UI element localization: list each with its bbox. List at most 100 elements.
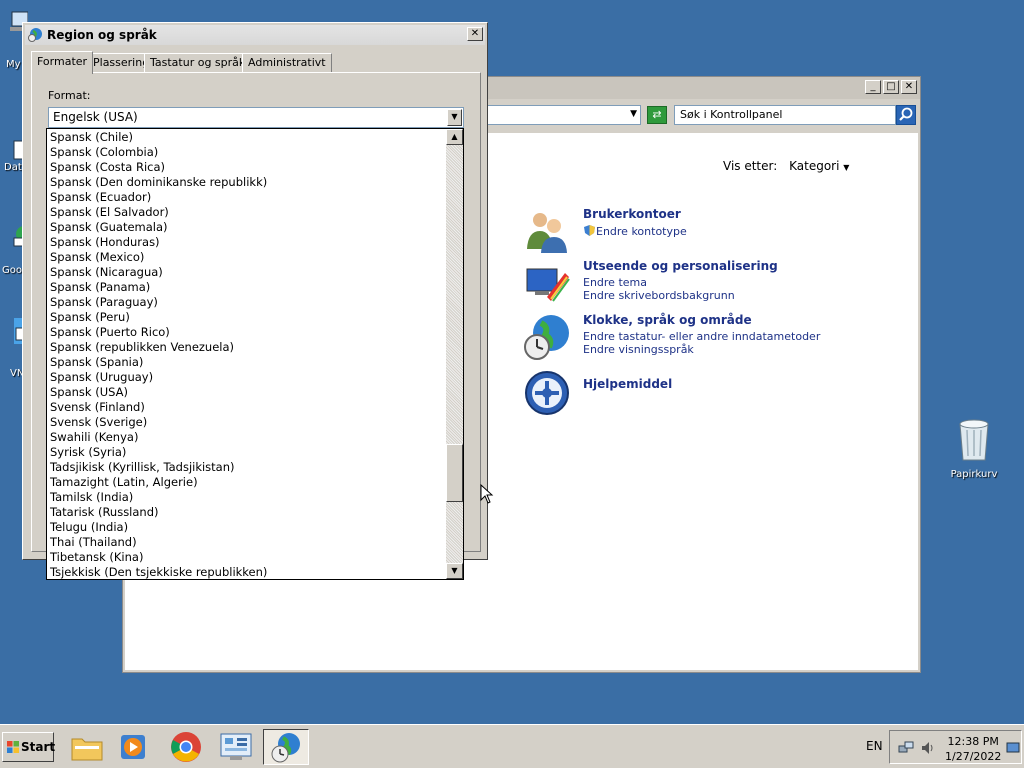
format-option[interactable]: Spansk (Paraguay) xyxy=(47,295,445,310)
desktop-label-dat: Dat xyxy=(4,162,22,173)
recycle-bin[interactable]: Papirkurv xyxy=(946,416,1002,480)
format-option[interactable]: Spansk (El Salvador) xyxy=(47,205,445,220)
format-option[interactable]: Spansk (Spania) xyxy=(47,355,445,370)
format-option[interactable]: Spansk (Panama) xyxy=(47,280,445,295)
format-option[interactable]: Spansk (Chile) xyxy=(47,130,445,145)
format-select[interactable]: Engelsk (USA) ▼ xyxy=(48,107,464,128)
view-by: Vis etter: Kategori ▼ xyxy=(723,159,849,173)
scroll-up-button[interactable]: ▲ xyxy=(446,129,463,145)
accessibility-icon[interactable] xyxy=(523,369,571,417)
show-desktop-icon[interactable] xyxy=(1006,742,1020,754)
recycle-bin-icon xyxy=(959,419,989,461)
dialog-close-button[interactable]: ✕ xyxy=(467,27,483,41)
start-label: Start xyxy=(21,740,56,754)
tab-keyboards-languages[interactable]: Tastatur og språk xyxy=(144,53,252,72)
dropdown-scrollbar[interactable]: ▲ ▼ xyxy=(446,129,463,579)
scrollbar-thumb[interactable] xyxy=(446,443,463,502)
format-option[interactable]: Tsjekkisk (Den tsjekkiske republikken) xyxy=(47,565,445,579)
format-option[interactable]: Spansk (Ecuador) xyxy=(47,190,445,205)
format-dropdown-list[interactable]: Spansk (Chile) Spansk (Colombia) Spansk (C… xyxy=(46,128,464,580)
format-option[interactable]: Spansk (republikken Venezuela) xyxy=(47,340,445,355)
change-wallpaper-link[interactable]: Endre skrivebordsbakgrunn xyxy=(583,289,778,302)
users-icon[interactable] xyxy=(523,207,571,255)
format-option[interactable]: Spansk (Puerto Rico) xyxy=(47,325,445,340)
scroll-down-button[interactable]: ▼ xyxy=(446,563,463,579)
taskbar-media-player[interactable] xyxy=(113,729,153,765)
control-panel-icon xyxy=(220,733,252,760)
chevron-down-icon: ▼ xyxy=(843,163,850,172)
format-option[interactable]: Swahili (Kenya) xyxy=(47,430,445,445)
format-option[interactable]: Spansk (Costa Rica) xyxy=(47,160,445,175)
dialog-titlebar[interactable]: Region og språk ✕ xyxy=(25,25,485,45)
format-option[interactable]: Tadsjikisk (Kyrillisk, Tadsjikistan) xyxy=(47,460,445,475)
close-icon: ✕ xyxy=(470,28,480,39)
address-bar[interactable]: ▼ xyxy=(473,105,641,125)
format-dropdown-button[interactable]: ▼ xyxy=(447,109,462,126)
refresh-icon: ⇄ xyxy=(652,108,662,121)
category-title[interactable]: Hjelpemiddel xyxy=(583,377,672,391)
volume-icon[interactable] xyxy=(920,740,936,756)
tab-administrative[interactable]: Administrativt xyxy=(242,53,332,72)
close-button[interactable]: ✕ xyxy=(901,80,917,94)
view-by-dropdown[interactable]: Kategori ▼ xyxy=(789,159,849,173)
format-option[interactable]: Spansk (Guatemala) xyxy=(47,220,445,235)
format-option[interactable]: Tibetansk (Kina) xyxy=(47,550,445,565)
format-option[interactable]: Telugu (India) xyxy=(47,520,445,535)
globe-clock-icon xyxy=(271,733,300,763)
change-account-type-link[interactable]: Endre kontotype xyxy=(583,224,687,238)
change-theme-link[interactable]: Endre tema xyxy=(583,276,778,289)
refresh-button[interactable]: ⇄ xyxy=(647,106,667,124)
format-option[interactable]: Spansk (Den dominikanske republikk) xyxy=(47,175,445,190)
format-option[interactable]: Syrisk (Syria) xyxy=(47,445,445,460)
taskbar-chrome[interactable] xyxy=(166,729,206,765)
change-display-language-link[interactable]: Endre visningsspråk xyxy=(583,343,820,356)
category-title[interactable]: Klokke, språk og område xyxy=(583,313,820,327)
taskbar-file-explorer[interactable] xyxy=(67,729,107,765)
globe-icon xyxy=(28,28,42,42)
format-option[interactable]: Tamazight (Latin, Algerie) xyxy=(47,475,445,490)
mouse-cursor-icon xyxy=(480,484,494,504)
search-button[interactable] xyxy=(896,105,916,125)
search-input[interactable]: Søk i Kontrollpanel xyxy=(674,105,896,125)
minimize-button[interactable]: _ xyxy=(865,80,881,94)
category-title[interactable]: Utseende og personalisering xyxy=(583,259,778,273)
shield-icon xyxy=(584,225,595,236)
address-dropdown-icon[interactable]: ▼ xyxy=(630,109,637,119)
format-option[interactable]: Tatarisk (Russland) xyxy=(47,505,445,520)
category-title[interactable]: Brukerkontoer xyxy=(583,207,687,221)
globe-clock-icon[interactable] xyxy=(523,313,571,361)
clock-date: 1/27/2022 xyxy=(945,750,1002,763)
format-option[interactable]: Thai (Thailand) xyxy=(47,535,445,550)
arrow-down-icon: ▼ xyxy=(451,566,458,575)
format-option[interactable]: Spansk (Honduras) xyxy=(47,235,445,250)
format-option[interactable]: Tamilsk (India) xyxy=(47,490,445,505)
format-option[interactable]: Svensk (Finland) xyxy=(47,400,445,415)
minimize-icon: _ xyxy=(870,81,876,92)
system-tray: 12:38 PM 1/27/2022 xyxy=(889,730,1022,764)
network-icon[interactable] xyxy=(898,740,914,756)
format-option[interactable]: Spansk (Uruguay) xyxy=(47,370,445,385)
format-option[interactable]: Svensk (Sverige) xyxy=(47,415,445,430)
desktop-label-goo: Goo xyxy=(2,265,22,276)
input-language[interactable]: EN xyxy=(866,739,883,753)
format-option[interactable]: Spansk (Colombia) xyxy=(47,145,445,160)
change-input-methods-link[interactable]: Endre tastatur- eller andre inndatametod… xyxy=(583,330,820,343)
taskbar-control-panel[interactable] xyxy=(216,729,256,765)
folder-icon xyxy=(71,738,103,761)
windows-logo-icon xyxy=(7,741,19,753)
clock[interactable]: 12:38 PM 1/27/2022 xyxy=(945,734,1001,764)
clock-time: 12:38 PM xyxy=(947,735,999,748)
maximize-button[interactable]: □ xyxy=(883,80,899,94)
taskbar: Start EN 12:38 PM 1/27/2022 xyxy=(0,724,1024,768)
format-option[interactable]: Spansk (Nicaragua) xyxy=(47,265,445,280)
chevron-down-icon: ▼ xyxy=(451,112,458,121)
start-button[interactable]: Start xyxy=(2,732,56,762)
taskbar-region-language[interactable] xyxy=(263,729,309,765)
format-option[interactable]: Spansk (Peru) xyxy=(47,310,445,325)
tab-formats[interactable]: Formater xyxy=(31,51,94,74)
personalization-icon[interactable] xyxy=(523,259,571,307)
format-option[interactable]: Spansk (USA) xyxy=(47,385,445,400)
format-option[interactable]: Spansk (Mexico) xyxy=(47,250,445,265)
format-options: Spansk (Chile) Spansk (Colombia) Spansk (C… xyxy=(47,130,445,579)
format-selected-value: Engelsk (USA) xyxy=(53,110,138,124)
